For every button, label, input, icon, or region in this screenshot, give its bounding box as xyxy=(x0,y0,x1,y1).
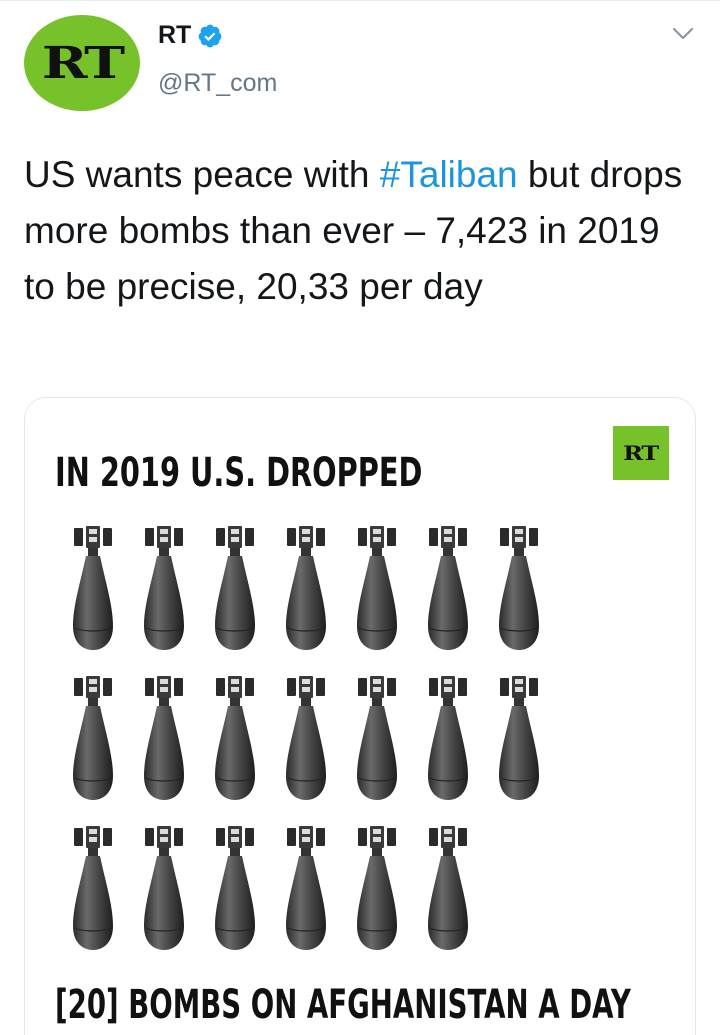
bomb-icon xyxy=(424,676,472,802)
bomb-icon xyxy=(140,826,188,952)
bomb-icon xyxy=(282,526,330,652)
bomb-grid xyxy=(25,398,695,998)
tweet-text-before: US wants peace with xyxy=(24,154,380,195)
infographic-footer: [20] BOMBS ON AFGHANISTAN A DAY xyxy=(55,982,631,1028)
bomb-icon xyxy=(69,526,117,652)
bomb-icon xyxy=(211,826,259,952)
tweet: RT RT @RT_com US wants peace with #Talib… xyxy=(0,0,720,1035)
verified-badge-icon xyxy=(198,24,222,47)
bomb-icon xyxy=(353,826,401,952)
bomb-icon xyxy=(211,526,259,652)
avatar[interactable]: RT xyxy=(24,15,140,111)
bomb-icon xyxy=(140,676,188,802)
bomb-icon xyxy=(140,526,188,652)
bomb-icon xyxy=(211,676,259,802)
author-name-row: RT xyxy=(158,21,223,50)
bomb-icon xyxy=(495,526,543,652)
bomb-icon xyxy=(282,676,330,802)
hashtag-link[interactable]: #Taliban xyxy=(380,154,518,195)
chevron-down-icon[interactable] xyxy=(672,27,694,41)
bomb-icon xyxy=(424,526,472,652)
author-handle[interactable]: @RT_com xyxy=(158,69,277,98)
bomb-icon xyxy=(353,676,401,802)
bomb-icon xyxy=(495,676,543,802)
bomb-icon xyxy=(69,826,117,952)
bomb-icon xyxy=(353,526,401,652)
display-name[interactable]: RT xyxy=(158,21,191,50)
bomb-icon xyxy=(282,826,330,952)
avatar-logo-text: RT xyxy=(41,37,125,89)
media-card[interactable]: RT IN 2019 U.S. DROPPED [20] BOMBS ON AF… xyxy=(24,397,696,1035)
bomb-icon xyxy=(424,826,472,952)
tweet-text: US wants peace with #Taliban but drops m… xyxy=(24,147,696,315)
bomb-icon xyxy=(69,676,117,802)
